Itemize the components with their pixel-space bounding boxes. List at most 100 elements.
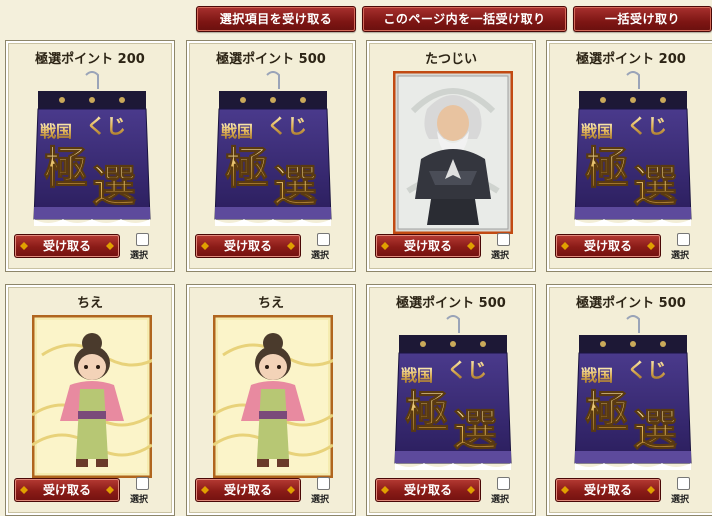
svg-text:くじ: くじ (86, 114, 126, 138)
svg-text:くじ: くじ (447, 358, 487, 382)
diamond-icon (106, 242, 114, 250)
select-checkbox[interactable] (677, 233, 690, 246)
diamond-icon (647, 486, 655, 494)
receive-button[interactable]: 受け取る (375, 234, 481, 258)
item-image (32, 315, 152, 478)
present-card: 極選ポイント 500 戦国 くじ 極 選 受け取る 選択 (546, 284, 712, 516)
receive-label: 受け取る (42, 239, 91, 253)
receive-label: 受け取る (223, 483, 272, 497)
diamond-icon (20, 242, 28, 250)
item-image: 戦国 くじ 極 選 (213, 71, 333, 234)
item-image: 戦国 くじ 極 選 (32, 71, 152, 234)
receive-button[interactable]: 受け取る (375, 478, 481, 502)
receive-button[interactable]: 受け取る (555, 478, 661, 502)
select-checkbox[interactable] (317, 477, 330, 490)
character-portrait-girl (213, 315, 333, 478)
toolbar: 選択項目を受け取る このページ内を一括受け取り 一括受け取り (0, 6, 712, 32)
gacha-ticket-image: 戦国 くじ 極 選 (394, 315, 512, 470)
item-name: ちえ (76, 296, 103, 311)
svg-text:極: 極 (585, 143, 629, 194)
select-label: 選択 (311, 495, 330, 505)
diamond-icon (381, 486, 389, 494)
present-card: 極選ポイント 500 戦国 くじ 極 選 受け取る 選択 (366, 284, 536, 516)
receive-label: 受け取る (42, 483, 91, 497)
select-checkbox[interactable] (497, 477, 510, 490)
diamond-icon (201, 486, 209, 494)
item-name: 極選ポイント 500 (576, 296, 686, 311)
diamond-icon (561, 242, 569, 250)
receive-selected-button[interactable]: 選択項目を受け取る (196, 6, 356, 32)
item-image: 戦国 くじ 極 選 (573, 315, 693, 478)
gacha-ticket-image: 戦国 くじ 極 選 (574, 315, 692, 470)
select-checkbox[interactable] (497, 233, 510, 246)
svg-text:極: 極 (405, 387, 449, 438)
diamond-icon (287, 486, 295, 494)
present-card: 極選ポイント 200 戦国 くじ 極 選 受け取る 選択 (546, 40, 712, 272)
diamond-icon (647, 242, 655, 250)
present-card: たつじい 受け取る 選択 (366, 40, 536, 272)
receive-label: 受け取る (223, 239, 272, 253)
svg-text:極: 極 (585, 387, 629, 438)
select-checkbox[interactable] (317, 233, 330, 246)
gacha-ticket-image: 戦国 くじ 極 選 (214, 71, 332, 226)
item-image (213, 315, 333, 478)
svg-text:選: 選 (92, 161, 136, 212)
select-label: 選択 (130, 495, 149, 505)
svg-text:選: 選 (273, 161, 317, 212)
receive-label: 受け取る (403, 239, 452, 253)
receive-label: 受け取る (583, 239, 632, 253)
diamond-icon (20, 486, 28, 494)
svg-text:くじ: くじ (627, 114, 667, 138)
select-checkbox[interactable] (677, 477, 690, 490)
character-portrait-girl (32, 315, 152, 478)
item-name: ちえ (257, 296, 284, 311)
item-name: 極選ポイント 200 (576, 52, 686, 67)
receive-button[interactable]: 受け取る (195, 234, 301, 258)
svg-text:くじ: くじ (627, 358, 667, 382)
diamond-icon (561, 486, 569, 494)
gacha-ticket-image: 戦国 くじ 極 選 (574, 71, 692, 226)
select-label: 選択 (671, 251, 690, 261)
receive-button[interactable]: 受け取る (14, 478, 120, 502)
diamond-icon (467, 486, 475, 494)
diamond-icon (467, 242, 475, 250)
receive-button[interactable]: 受け取る (555, 234, 661, 258)
present-card: 極選ポイント 500 戦国 くじ 極 選 受け取る 選択 (186, 40, 356, 272)
receive-button[interactable]: 受け取る (195, 478, 301, 502)
present-card: ちえ 受け取る 選択 (5, 284, 175, 516)
present-card: ちえ 受け取る 選択 (186, 284, 356, 516)
diamond-icon (381, 242, 389, 250)
svg-text:戦国: 戦国 (40, 122, 72, 141)
select-checkbox[interactable] (136, 477, 149, 490)
svg-text:選: 選 (633, 161, 677, 212)
item-name: 極選ポイント 200 (35, 52, 145, 67)
select-label: 選択 (671, 495, 690, 505)
svg-text:選: 選 (633, 405, 677, 456)
gacha-ticket-image: 戦国 くじ 極 選 (33, 71, 151, 226)
receive-label: 受け取る (403, 483, 452, 497)
present-card: 極選ポイント 200 戦国 くじ 極 選 受け取る 選択 (5, 40, 175, 272)
select-label: 選択 (491, 251, 510, 261)
diamond-icon (201, 242, 209, 250)
svg-text:戦国: 戦国 (581, 366, 613, 385)
diamond-icon (287, 242, 295, 250)
select-label: 選択 (311, 251, 330, 261)
select-label: 選択 (130, 251, 149, 261)
select-label: 選択 (491, 495, 510, 505)
receive-button[interactable]: 受け取る (14, 234, 120, 258)
svg-text:極: 極 (44, 143, 88, 194)
select-checkbox[interactable] (136, 233, 149, 246)
character-portrait-elder (393, 71, 513, 234)
svg-text:選: 選 (453, 405, 497, 456)
svg-text:くじ: くじ (267, 114, 307, 138)
receive-all-button[interactable]: 一括受け取り (573, 6, 712, 32)
svg-text:戦国: 戦国 (221, 122, 253, 141)
receive-page-button[interactable]: このページ内を一括受け取り (362, 6, 567, 32)
item-name: 極選ポイント 500 (396, 296, 506, 311)
diamond-icon (106, 486, 114, 494)
item-image (393, 71, 513, 234)
item-name: たつじい (424, 52, 477, 67)
item-image: 戦国 くじ 極 選 (573, 71, 693, 234)
receive-label: 受け取る (583, 483, 632, 497)
svg-text:戦国: 戦国 (581, 122, 613, 141)
